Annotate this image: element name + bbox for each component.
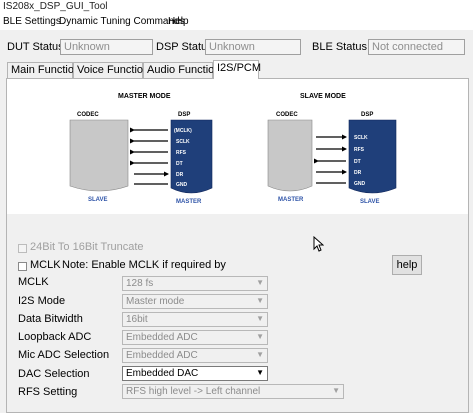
i2s-mode-select-value: Master mode bbox=[126, 296, 185, 307]
chevron-down-icon: ▼ bbox=[256, 296, 264, 305]
menu-help[interactable]: Help bbox=[168, 16, 189, 27]
chevron-down-icon: ▼ bbox=[256, 350, 264, 359]
slave-signal-dr: DR bbox=[354, 170, 362, 176]
menu-ble-settings[interactable]: BLE Settings bbox=[3, 16, 61, 27]
chevron-down-icon: ▼ bbox=[256, 368, 264, 377]
mclk-note: Note: Enable MCLK if required by bbox=[62, 259, 226, 271]
dac-selection-select-value: Embedded DAC bbox=[126, 368, 199, 379]
master-signal-dr: DR bbox=[176, 172, 184, 178]
master-codec-block bbox=[69, 119, 129, 192]
mclk-select[interactable]: 128 fs ▼ bbox=[122, 276, 268, 291]
data-bitwidth-label: Data Bitwidth bbox=[18, 313, 83, 325]
dut-status-label: DUT Status bbox=[7, 41, 64, 53]
loopback-adc-select[interactable]: Embedded ADC ▼ bbox=[122, 330, 268, 345]
master-signal-dt: DT bbox=[176, 161, 183, 167]
slave-dsp-label: DSP bbox=[361, 112, 373, 118]
slave-signal-rfs: RFS bbox=[354, 147, 365, 153]
tab-audio-function[interactable]: Audio Function bbox=[143, 62, 220, 78]
loopback-adc-label: Loopback ADC bbox=[18, 331, 92, 343]
master-signal-arrows bbox=[130, 127, 169, 185]
master-signal-rfs: RFS bbox=[176, 150, 187, 156]
mclk-select-value: 128 fs bbox=[126, 278, 154, 289]
mic-adc-selection-label: Mic ADC Selection bbox=[18, 349, 110, 361]
master-codec-role: SLAVE bbox=[88, 197, 108, 203]
status-row: DUT Status Unknown DSP Status: Unknown B… bbox=[0, 37, 473, 61]
mic-adc-selection-select[interactable]: Embedded ADC ▼ bbox=[122, 348, 268, 363]
tab-main-function[interactable]: Main Function bbox=[7, 62, 80, 78]
chevron-down-icon: ▼ bbox=[332, 386, 340, 395]
data-bitwidth-select-value: 16bit bbox=[126, 314, 148, 325]
master-signal-sclk: SCLK bbox=[176, 139, 190, 145]
chevron-down-icon: ▼ bbox=[256, 314, 264, 323]
menu-bar: BLE Settings Dynamic Tuning Commands Hel… bbox=[0, 14, 473, 30]
menu-dynamic-tuning-commands[interactable]: Dynamic Tuning Commands bbox=[59, 16, 185, 27]
chevron-down-icon: ▼ bbox=[256, 332, 264, 341]
tab-i2s-pcm[interactable]: I2S/PCM bbox=[213, 60, 261, 79]
master-signal-gnd: GND bbox=[176, 182, 188, 188]
truncate-label: 24Bit To 16Bit Truncate bbox=[30, 241, 144, 253]
slave-mode-diagram: SLAVE MODE CODEC DSP SCLK RFS DT DR GND … bbox=[267, 93, 397, 205]
master-dsp-label: DSP bbox=[178, 112, 190, 118]
tab-voice-function[interactable]: Voice Function bbox=[73, 62, 149, 78]
chevron-down-icon: ▼ bbox=[256, 278, 264, 287]
dac-selection-label: DAC Selection bbox=[18, 368, 90, 380]
i2s-mode-label: I2S Mode bbox=[18, 295, 66, 307]
slave-dsp-role: SLAVE bbox=[360, 199, 380, 205]
mclk-enable-label: MCLK bbox=[30, 259, 61, 271]
truncate-checkbox[interactable] bbox=[18, 244, 27, 253]
slave-codec-role: MASTER bbox=[278, 197, 304, 203]
mclk-label: MCLK bbox=[18, 276, 49, 288]
mclk-enable-checkbox[interactable] bbox=[18, 262, 27, 271]
dac-selection-select[interactable]: Embedded DAC ▼ bbox=[122, 366, 268, 381]
slave-signal-gnd: GND bbox=[354, 181, 366, 187]
slave-codec-block bbox=[267, 119, 313, 192]
slave-codec-label: CODEC bbox=[276, 112, 298, 118]
rfs-setting-label: RFS Setting bbox=[18, 386, 78, 398]
master-codec-label: CODEC bbox=[77, 112, 99, 118]
master-mode-diagram: MASTER MODE CODEC DSP (MCLK) SCLK RFS DT… bbox=[69, 93, 213, 205]
master-dsp-role: MASTER bbox=[176, 199, 202, 205]
master-mode-title: MASTER MODE bbox=[118, 93, 171, 100]
help-button[interactable]: help bbox=[392, 255, 422, 275]
window-title: IS208x_DSP_GUI_Tool bbox=[3, 1, 108, 12]
i2s-mode-select[interactable]: Master mode ▼ bbox=[122, 294, 268, 309]
slave-signal-arrows bbox=[314, 134, 347, 184]
ble-status-label: BLE Status: bbox=[312, 41, 371, 53]
dut-status-field: Unknown bbox=[60, 39, 153, 55]
slave-mode-title: SLAVE MODE bbox=[300, 93, 346, 100]
loopback-adc-select-value: Embedded ADC bbox=[126, 332, 198, 343]
data-bitwidth-select[interactable]: 16bit ▼ bbox=[122, 312, 268, 327]
slave-signal-dt: DT bbox=[354, 159, 361, 165]
title-bar: IS208x_DSP_GUI_Tool bbox=[0, 0, 473, 14]
slave-signal-sclk: SCLK bbox=[354, 135, 368, 141]
dsp-status-field: Unknown bbox=[205, 39, 301, 55]
rfs-setting-select-value: RFS high level -> Left channel bbox=[126, 386, 261, 397]
ble-status-field: Not connected bbox=[368, 39, 465, 55]
mic-adc-selection-select-value: Embedded ADC bbox=[126, 350, 198, 361]
mouse-cursor-icon bbox=[313, 236, 324, 252]
rfs-setting-select[interactable]: RFS high level -> Left channel ▼ bbox=[122, 384, 344, 399]
master-signal-mclk: (MCLK) bbox=[174, 128, 192, 134]
